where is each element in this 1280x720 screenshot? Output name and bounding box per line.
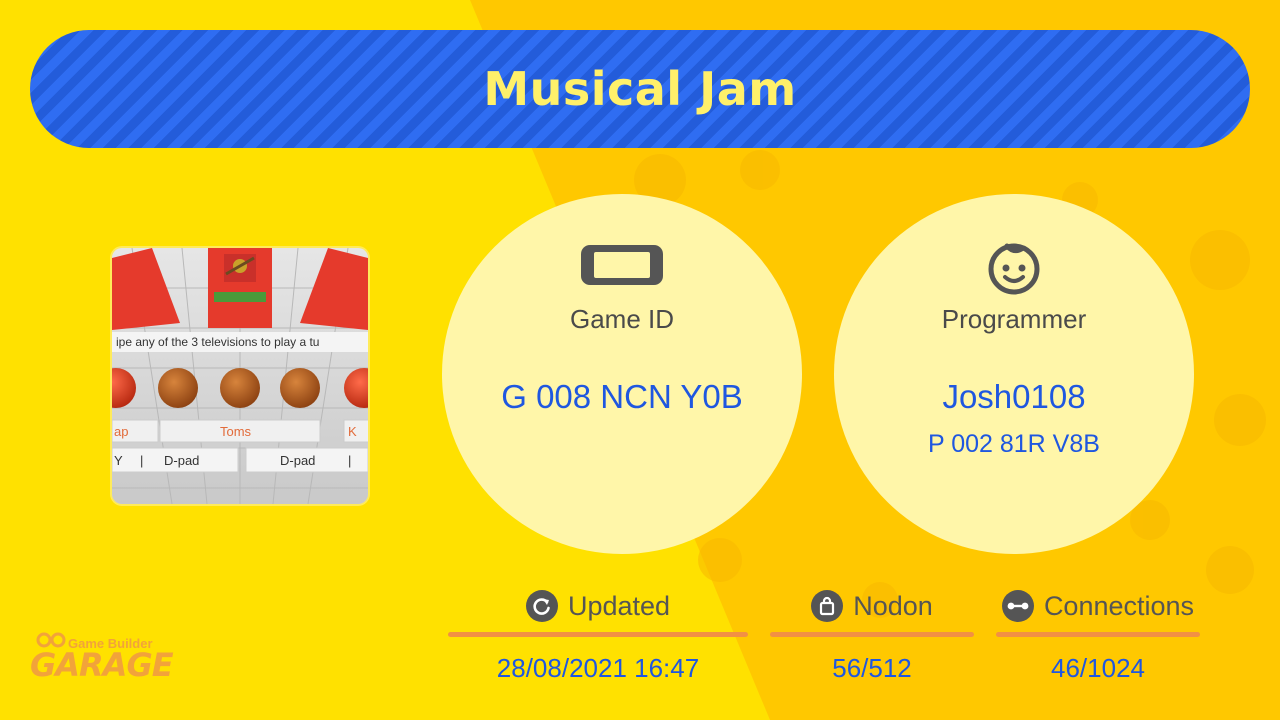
game-id-value: G 008 NCN Y0B [501,378,743,415]
connections-value: 46/1024 [1051,653,1145,683]
control-label-y: Y [114,453,123,468]
connections-label: Connections [1043,590,1195,621]
control-label-dpad-2: D-pad [280,453,315,468]
programmer-name: Josh0108 [942,378,1086,415]
nodon-stat: Nodon 56/512 [770,588,974,684]
switch-console-icon [581,245,663,285]
programmer-label: Programmer [941,304,1087,334]
programmer-panel: Programmer Josh0108 P 002 81R V8B [834,194,1194,554]
programmer-id: P 002 81R V8B [928,430,1100,458]
game-id-panel: Game ID G 008 NCN Y0B [442,194,802,554]
thumbnail-instruction: ipe any of the 3 televisions to play a t… [116,335,319,349]
control-divider-2: | [348,453,351,468]
updated-stat: Updated 28/08/2021 16:47 [448,588,748,684]
control-divider-1: | [140,453,143,468]
nodon-underline [770,632,974,637]
updated-value: 28/08/2021 16:47 [496,653,700,683]
pad-label-left: ap [114,424,128,439]
logo-big-text: GARAGE [30,646,174,684]
pad-label-right: K [348,424,357,439]
face-icon [988,243,1040,295]
updated-underline [448,632,748,637]
connection-icon [1001,590,1034,622]
refresh-icon [525,590,558,622]
pad-label-toms: Toms [220,424,252,439]
connections-stat: Connections 46/1024 [996,588,1200,684]
game-id-label: Game ID [569,304,675,334]
title-banner: Musical Jam [30,30,1250,148]
nodon-label: Nodon [853,590,933,621]
nodon-value: 56/512 [832,653,912,683]
game-builder-garage-logo: Game Builder GARAGE [30,632,174,684]
game-title: Musical Jam [483,62,797,116]
bag-icon [811,590,844,622]
connections-underline [996,632,1200,637]
updated-label: Updated [567,590,671,621]
game-thumbnail[interactable]: ipe any of the 3 televisions to play a t… [112,248,368,504]
control-label-dpad-1: D-pad [164,453,199,468]
